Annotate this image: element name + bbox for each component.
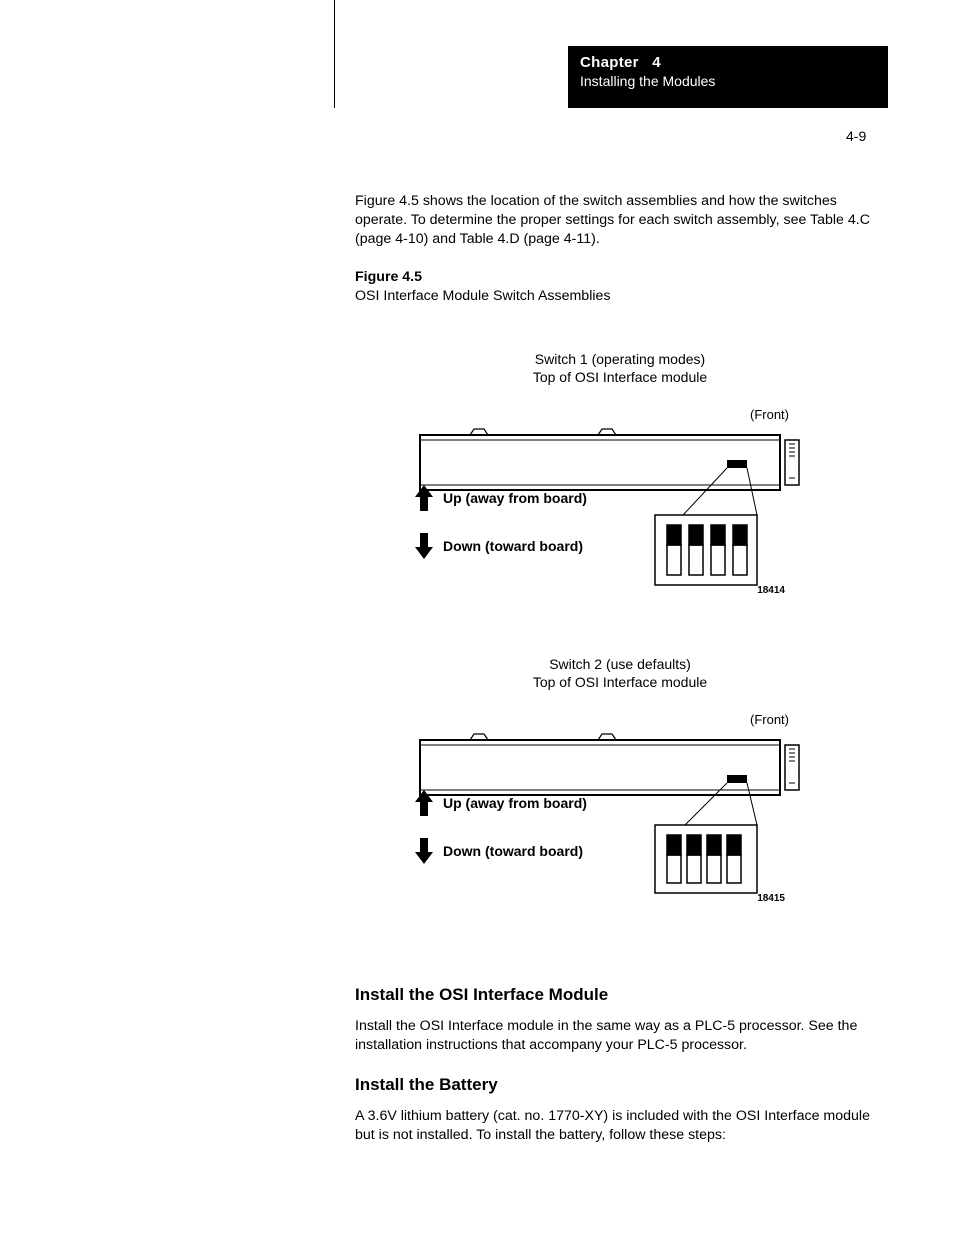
chapter-title: Installing the Modules [580,73,876,89]
intro-paragraph: Figure 4.5 shows the location of the swi… [355,192,885,250]
section-install-battery: Install the Battery A 3.6V lithium batte… [355,1075,885,1163]
legend-down-row: Down (toward board) [415,533,587,559]
intro-block: Figure 4.5 shows the location of the swi… [355,192,885,324]
section-install-osi: Install the OSI Interface Module Install… [355,985,885,1073]
figure-lead: Figure 4.5 OSI Interface Module Switch A… [355,268,885,306]
up-arrow-icon [415,790,433,816]
legend-2: Up (away from board) Down (toward board) [415,790,587,886]
legend-up-row: Up (away from board) [415,485,587,511]
legend-down-row-2: Down (toward board) [415,838,587,864]
legend-1: Up (away from board) Down (toward board) [415,485,587,581]
figure-lead-label: Figure 4.5 [355,269,422,285]
figure-2-caption: Switch 2 (use defaults) Top of OSI Inter… [355,655,885,691]
front-label-2: (Front) [750,712,789,727]
figure-switch-2: Switch 2 (use defaults) Top of OSI Inter… [355,655,885,895]
chapter-header: Chapter 4 Installing the Modules [568,46,888,108]
figure-2-id: 18415 [757,893,785,904]
chapter-number: 4 [652,54,661,71]
front-label-1: (Front) [750,407,789,422]
chapter-label-row: Chapter 4 [580,54,876,71]
section-paragraph-1: Install the OSI Interface module in the … [355,1017,885,1055]
legend-up-text: Up (away from board) [443,490,587,506]
figure-1-caption: Switch 1 (operating modes) Top of OSI In… [355,350,885,386]
legend-down-text: Down (toward board) [443,538,583,554]
legend-down-text-2: Down (toward board) [443,843,583,859]
figure-2-caption-line-1: Switch 2 (use defaults) [549,656,691,672]
section-heading-1: Install the OSI Interface Module [355,985,885,1005]
figure-2-caption-line-2: Top of OSI Interface module [533,674,707,690]
vertical-rule [334,0,335,108]
down-arrow-icon [415,838,433,864]
section-heading-2: Install the Battery [355,1075,885,1095]
figure-1-caption-line-1: Switch 1 (operating modes) [535,351,705,367]
legend-up-text-2: Up (away from board) [443,795,587,811]
figure-1-id: 18414 [757,585,785,596]
section-paragraph-2: A 3.6V lithium battery (cat. no. 1770-XY… [355,1107,885,1145]
figure-1-caption-line-2: Top of OSI Interface module [533,369,707,385]
figure-lead-title: OSI Interface Module Switch Assemblies [355,288,611,304]
chapter-word: Chapter [580,54,639,71]
legend-up-row-2: Up (away from board) [415,790,587,816]
up-arrow-icon [415,485,433,511]
figure-switch-1: Switch 1 (operating modes) Top of OSI In… [355,350,885,590]
page-number: 4-9 [846,128,866,144]
down-arrow-icon [415,533,433,559]
page-root: Chapter 4 Installing the Modules 4-9 Fig… [0,0,954,1235]
